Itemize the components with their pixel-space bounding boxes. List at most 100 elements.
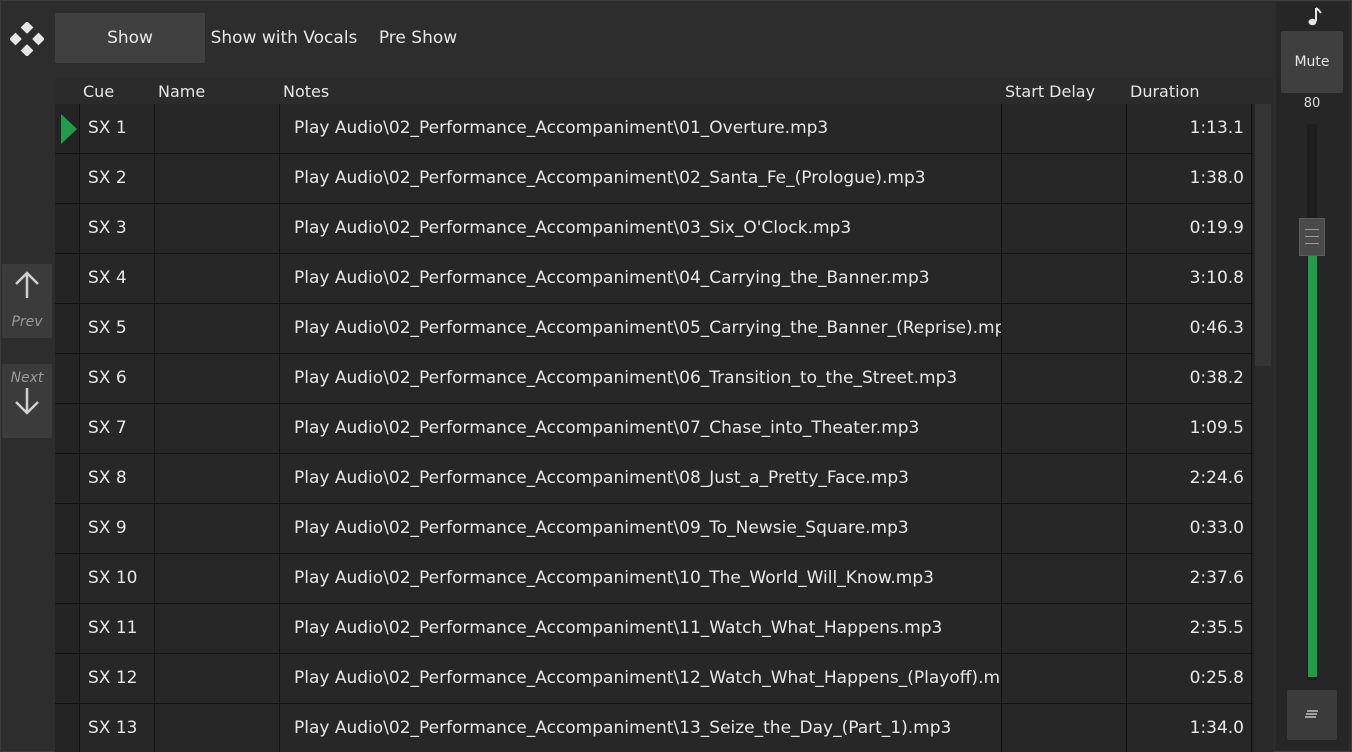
row-indicator (55, 154, 80, 203)
cell-start-delay (1002, 704, 1127, 752)
cell-notes: Play Audio\02_Performance_Accompaniment\… (280, 354, 1002, 403)
cell-cue: SX 13 (80, 704, 155, 752)
next-label: Next (10, 370, 44, 386)
cell-name (155, 304, 280, 353)
cell-duration: 0:46.3 (1127, 304, 1252, 353)
table-row[interactable]: SX 2 Play Audio\02_Performance_Accompanim… (55, 154, 1253, 204)
cell-notes: Play Audio\02_Performance_Accompaniment\… (280, 504, 1002, 553)
header-name[interactable]: Name (155, 77, 280, 104)
row-indicator (55, 704, 80, 752)
tab-show[interactable]: Show (55, 13, 205, 63)
header-duration[interactable]: Duration (1127, 77, 1252, 104)
table-row[interactable]: SX 13 Play Audio\02_Performance_Accompani… (55, 704, 1253, 752)
cell-cue: SX 10 (80, 554, 155, 603)
cell-cue: SX 1 (80, 104, 155, 153)
next-button[interactable]: Next (2, 364, 52, 438)
cell-duration: 1:34.0 (1127, 704, 1252, 752)
cell-cue: SX 12 (80, 654, 155, 703)
diamond-logo-icon[interactable] (10, 22, 44, 56)
cell-name (155, 254, 280, 303)
cell-cue: SX 3 (80, 204, 155, 253)
cell-start-delay (1002, 504, 1127, 553)
cell-notes: Play Audio\02_Performance_Accompaniment\… (280, 404, 1002, 453)
volume-value: 80 (1303, 96, 1321, 111)
table-row[interactable]: SX 12 Play Audio\02_Performance_Accompani… (55, 654, 1253, 704)
table-row[interactable]: SX 11 Play Audio\02_Performance_Accompani… (55, 604, 1253, 654)
cell-cue: SX 11 (80, 604, 155, 653)
cell-start-delay (1002, 254, 1127, 303)
row-indicator (55, 604, 80, 653)
table-row[interactable]: SX 3 Play Audio\02_Performance_Accompanim… (55, 204, 1253, 254)
header-spacer (1252, 77, 1273, 104)
cell-cue: SX 4 (80, 254, 155, 303)
cell-duration: 1:09.5 (1127, 404, 1252, 453)
row-indicator (55, 354, 80, 403)
arrow-down-icon (15, 388, 39, 415)
volume-level-fill (1308, 256, 1317, 677)
table-row[interactable]: SX 10 Play Audio\02_Performance_Accompani… (55, 554, 1253, 604)
cell-notes: Play Audio\02_Performance_Accompaniment\… (280, 604, 1002, 653)
cell-notes: Play Audio\02_Performance_Accompaniment\… (280, 454, 1002, 503)
row-indicator (55, 504, 80, 553)
cell-start-delay (1002, 604, 1127, 653)
prev-label: Prev (11, 314, 43, 330)
cell-notes: Play Audio\02_Performance_Accompaniment\… (280, 554, 1002, 603)
mute-button[interactable]: Mute (1281, 31, 1343, 93)
cell-duration: 0:33.0 (1127, 504, 1252, 553)
cell-notes: Play Audio\02_Performance_Accompaniment\… (280, 254, 1002, 303)
table-row[interactable]: SX 9 Play Audio\02_Performance_Accompanim… (55, 504, 1253, 554)
cue-grid: Cue Name Notes Start Delay Duration SX 1… (55, 77, 1273, 752)
vertical-scrollbar-thumb[interactable] (1255, 104, 1271, 366)
table-row[interactable]: SX 4 Play Audio\02_Performance_Accompanim… (55, 254, 1253, 304)
table-row[interactable]: SX 7 Play Audio\02_Performance_Accompanim… (55, 404, 1253, 454)
cell-cue: SX 6 (80, 354, 155, 403)
playlist-tabs: Show Show with Vocals Pre Show (55, 13, 473, 63)
cell-duration: 1:13.1 (1127, 104, 1252, 153)
menu-button[interactable] (1287, 690, 1337, 740)
table-row[interactable]: SX 8 Play Audio\02_Performance_Accompanim… (55, 454, 1253, 504)
cell-name (155, 154, 280, 203)
cell-notes: Play Audio\02_Performance_Accompaniment\… (280, 304, 1002, 353)
cell-duration: 2:37.6 (1127, 554, 1252, 603)
header-notes[interactable]: Notes (280, 77, 1002, 104)
row-indicator (55, 304, 80, 353)
cell-start-delay (1002, 654, 1127, 703)
row-indicator (55, 204, 80, 253)
cell-notes: Play Audio\02_Performance_Accompaniment\… (280, 204, 1002, 253)
header-cue[interactable]: Cue (80, 77, 155, 104)
cell-start-delay (1002, 404, 1127, 453)
cell-cue: SX 9 (80, 504, 155, 553)
table-row[interactable]: SX 5 Play Audio\02_Performance_Accompanim… (55, 304, 1253, 354)
row-indicator (55, 654, 80, 703)
cue-rows: SX 1 Play Audio\02_Performance_Accompanim… (55, 104, 1253, 752)
cell-name (155, 354, 280, 403)
table-row[interactable]: SX 6 Play Audio\02_Performance_Accompanim… (55, 354, 1253, 404)
cell-name (155, 404, 280, 453)
row-indicator (55, 554, 80, 603)
cell-name (155, 704, 280, 752)
cell-start-delay (1002, 354, 1127, 403)
cell-name (155, 504, 280, 553)
cell-start-delay (1002, 304, 1127, 353)
cell-name (155, 554, 280, 603)
tab-pre-show[interactable]: Pre Show (363, 13, 473, 63)
cell-cue: SX 2 (80, 154, 155, 203)
cell-start-delay (1002, 554, 1127, 603)
cell-cue: SX 7 (80, 404, 155, 453)
cell-duration: 0:38.2 (1127, 354, 1252, 403)
header-start-delay[interactable]: Start Delay (1002, 77, 1127, 104)
cell-duration: 0:19.9 (1127, 204, 1252, 253)
prev-button[interactable]: Prev (2, 264, 52, 338)
cell-duration: 3:10.8 (1127, 254, 1252, 303)
arrow-up-icon (15, 271, 39, 298)
cell-duration: 2:35.5 (1127, 604, 1252, 653)
music-note-icon (1308, 7, 1322, 26)
tab-show-with-vocals[interactable]: Show with Vocals (205, 13, 363, 63)
cell-cue: SX 5 (80, 304, 155, 353)
cell-duration: 0:25.8 (1127, 654, 1252, 703)
header-indicator (55, 77, 80, 104)
table-row[interactable]: SX 1 Play Audio\02_Performance_Accompanim… (55, 104, 1253, 154)
row-indicator (55, 454, 80, 503)
cell-notes: Play Audio\02_Performance_Accompaniment\… (280, 704, 1002, 752)
volume-slider-thumb[interactable] (1299, 218, 1325, 256)
